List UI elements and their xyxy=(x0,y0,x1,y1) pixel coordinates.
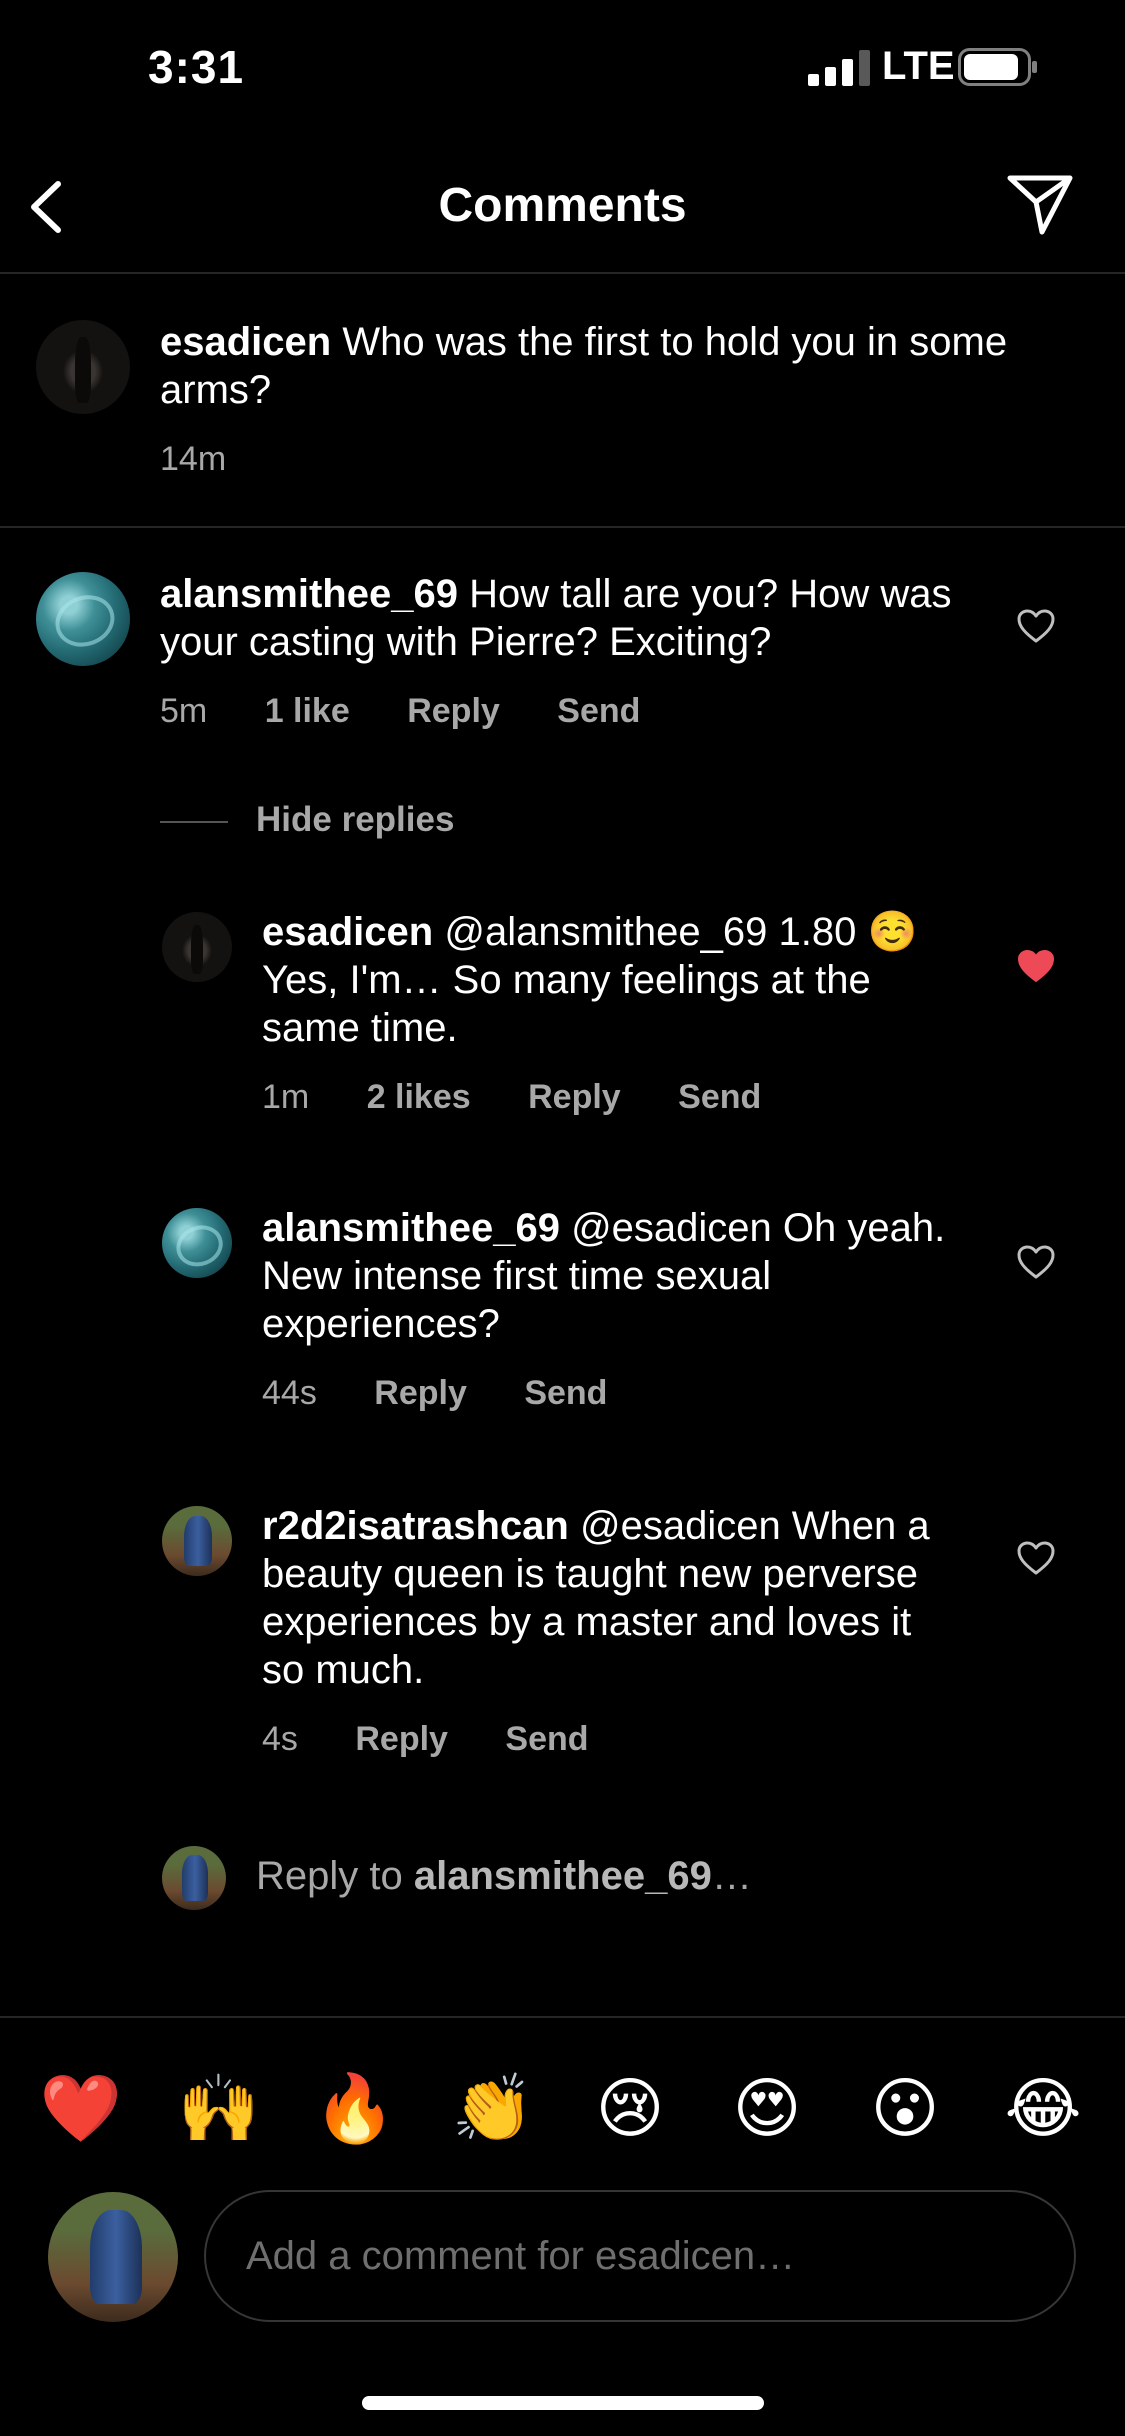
heart-icon[interactable] xyxy=(1016,608,1056,644)
reply-to-prompt[interactable]: Reply to alansmithee_69… xyxy=(256,1854,752,1899)
network-label: LTE xyxy=(882,44,955,88)
status-time: 3:31 xyxy=(148,41,245,93)
paper-plane-icon[interactable] xyxy=(1004,168,1076,240)
comment-time: 5m xyxy=(160,692,208,730)
caption-time: 14m xyxy=(160,440,227,478)
likes-count[interactable]: 1 like xyxy=(265,692,350,730)
send-button[interactable]: Send xyxy=(678,1078,761,1116)
reply-username[interactable]: r2d2isatrashcan xyxy=(262,1504,569,1548)
caption-text: esadicen Who was the first to hold you i… xyxy=(160,318,1090,414)
heart-eyes-emoji-button[interactable]: 😍 xyxy=(722,2068,812,2148)
avatar xyxy=(48,2192,178,2322)
reply-username[interactable]: alansmithee_69 xyxy=(262,1206,560,1250)
divider xyxy=(160,821,228,823)
comment-composer xyxy=(204,2190,1076,2322)
comment-username[interactable]: alansmithee_69 xyxy=(160,572,458,616)
heart-emoji-button[interactable]: ❤️ xyxy=(36,2068,126,2148)
crying-emoji-button[interactable]: 😢 xyxy=(585,2068,675,2148)
reply-meta: 4s Reply Send xyxy=(262,1720,637,1759)
reply-text: esadicen @alansmithee_69 1.80 ☺️ Yes, I'… xyxy=(262,908,942,1052)
reply-text: alansmithee_69 @esadicen Oh yeah. New in… xyxy=(262,1204,962,1348)
reply-button[interactable]: Reply xyxy=(407,692,500,730)
post-caption: esadicen Who was the first to hold you i… xyxy=(0,274,1125,528)
reply-button[interactable]: Reply xyxy=(374,1374,467,1412)
comment-input[interactable] xyxy=(246,2192,1046,2320)
reply-time: 4s xyxy=(262,1720,298,1758)
reply-time: 44s xyxy=(262,1374,317,1412)
reply-button[interactable]: Reply xyxy=(528,1078,621,1116)
fire-emoji-button[interactable]: 🔥 xyxy=(310,2068,400,2148)
avatar xyxy=(162,1846,226,1910)
reply-to-ellipsis: … xyxy=(711,1854,752,1898)
comment-meta: 5m 1 like Reply Send xyxy=(160,692,688,731)
clap-emoji-button[interactable]: 👏 xyxy=(448,2068,538,2148)
reply-to-prefix: Reply to xyxy=(256,1854,403,1898)
avatar[interactable] xyxy=(162,1506,232,1576)
avatar[interactable] xyxy=(162,912,232,982)
heart-icon[interactable] xyxy=(1016,1540,1056,1576)
status-bar: 3:31 LTE xyxy=(0,0,1125,132)
caption-meta: 14m xyxy=(160,440,274,479)
send-button[interactable]: Send xyxy=(505,1720,588,1758)
send-button[interactable]: Send xyxy=(524,1374,607,1412)
battery-icon xyxy=(958,48,1037,86)
avatar[interactable] xyxy=(36,320,130,414)
send-button[interactable]: Send xyxy=(557,692,640,730)
likes-count[interactable]: 2 likes xyxy=(367,1078,471,1116)
avatar[interactable] xyxy=(162,1208,232,1278)
reply-time: 1m xyxy=(262,1078,310,1116)
signal-icon xyxy=(808,50,870,86)
raised-hands-emoji-button[interactable]: 🙌 xyxy=(174,2068,264,2148)
laughing-emoji-button[interactable]: 😂 xyxy=(998,2068,1088,2148)
reply-meta: 44s Reply Send xyxy=(262,1374,655,1413)
page-title: Comments xyxy=(438,179,687,232)
comments-header: Comments xyxy=(0,132,1125,274)
reply-button[interactable]: Reply xyxy=(355,1720,448,1758)
heart-filled-icon[interactable] xyxy=(1016,948,1056,984)
home-indicator[interactable] xyxy=(362,2396,764,2410)
reply-meta: 1m 2 likes Reply Send xyxy=(262,1078,809,1117)
heart-icon[interactable] xyxy=(1016,1244,1056,1280)
comment-text: alansmithee_69 How tall are you? How was… xyxy=(160,570,960,666)
reply-to-username: alansmithee_69 xyxy=(413,1854,712,1898)
reply-text: r2d2isatrashcan @esadicen When a beauty … xyxy=(262,1502,952,1694)
hide-replies-label: Hide replies xyxy=(256,800,455,839)
emoji-bar: ❤️ 🙌 🔥 👏 😢 😍 😮 😂 xyxy=(0,2016,1125,2196)
surprised-emoji-button[interactable]: 😮 xyxy=(860,2068,950,2148)
reply-username[interactable]: esadicen xyxy=(262,910,433,954)
avatar[interactable] xyxy=(36,572,130,666)
caption-username[interactable]: esadicen xyxy=(160,320,331,364)
